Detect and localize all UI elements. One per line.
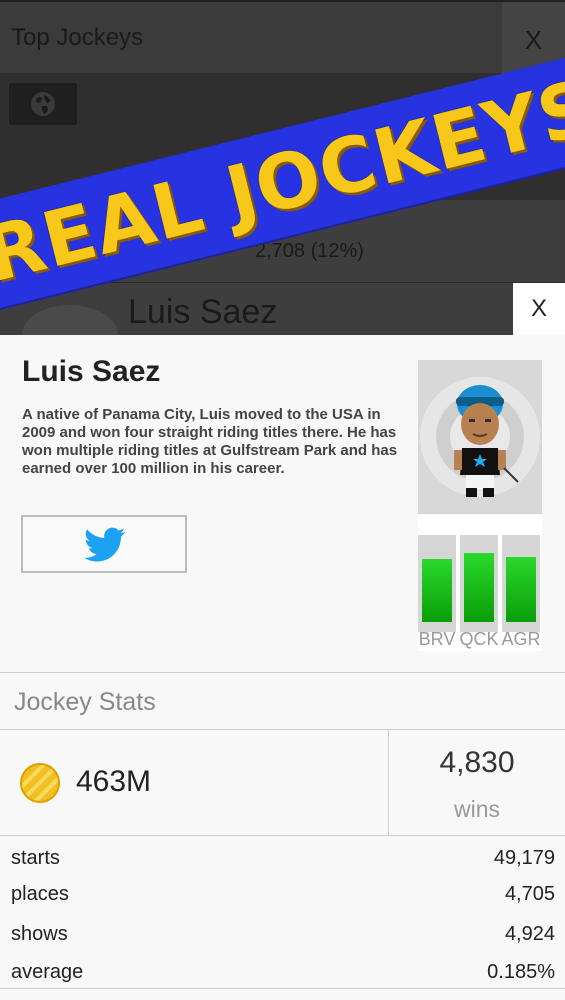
jockey-avatar-image [420, 377, 540, 497]
jockey-bio: A native of Panama City, Luis moved to t… [22, 406, 398, 477]
earnings-value: 463M [76, 765, 152, 798]
attribute-label: QCK [459, 629, 499, 649]
wins-box: 4,830 wins [389, 730, 565, 836]
modal-close-button[interactable]: X [513, 283, 565, 335]
stat-label: shows [11, 923, 68, 945]
attribute-bar-qck [460, 535, 498, 632]
stats-title: Jockey Stats [14, 688, 156, 716]
stats-section-header: Jockey Stats [0, 672, 565, 730]
twitter-button[interactable] [21, 515, 187, 573]
divider [0, 988, 565, 989]
background-title: Top Jockeys [11, 24, 144, 51]
attribute-bar-agr [502, 535, 540, 632]
stat-row-starts: starts 49,179 [0, 839, 565, 877]
stat-value: 0.185% [487, 961, 555, 983]
attribute-bar-brv [418, 535, 456, 632]
attribute-label: AGR [501, 629, 541, 649]
jockey-detail-modal: Luis Saez A native of Panama City, Luis … [0, 335, 565, 1000]
stat-row-shows: shows 4,924 [0, 915, 565, 953]
stat-label: average [11, 961, 84, 983]
wins-value: 4,830 [439, 746, 515, 779]
jockey-portrait [418, 360, 542, 514]
attribute-bar-fill [422, 559, 452, 622]
attribute-label: BRV [418, 629, 456, 649]
twitter-icon [84, 527, 126, 562]
background-header: Top Jockeys X [0, 0, 565, 75]
attribute-bar-fill [506, 557, 536, 622]
globe-filter-button[interactable] [9, 83, 77, 125]
wins-label: wins [453, 796, 500, 822]
stat-value: 4,924 [504, 923, 555, 945]
earnings-box: 463M [0, 730, 389, 836]
stat-value: 49,179 [493, 847, 555, 869]
stat-row-average: average 0.185% [0, 953, 565, 991]
coin-icon [20, 763, 60, 803]
stat-row-places: places 4,705 [0, 875, 565, 913]
globe-icon [31, 92, 55, 116]
background-row-text: 2,708 (12%) [255, 240, 364, 262]
jockey-name: Luis Saez [22, 355, 161, 388]
stat-label: places [11, 883, 69, 905]
attribute-bar-fill [464, 553, 494, 622]
stat-value: 4,705 [504, 883, 555, 905]
jockey-attributes-chart: BRV QCK AGR [418, 515, 542, 651]
stat-label: starts [11, 847, 60, 869]
background-jockey-name: Luis Saez [128, 293, 278, 331]
